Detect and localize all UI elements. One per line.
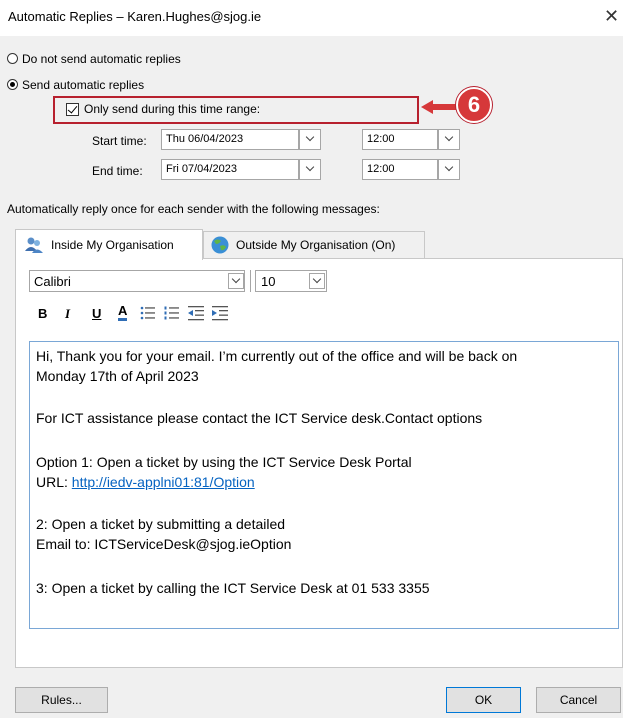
font-family-value: Calibri: [34, 274, 71, 289]
end-time-dropdown[interactable]: [438, 159, 460, 180]
message-body[interactable]: Hi, Thank you for your email. I’m curren…: [29, 341, 619, 629]
radio-send[interactable]: [7, 79, 18, 90]
font-family-select[interactable]: Calibri: [29, 270, 245, 292]
ok-button[interactable]: OK: [446, 687, 521, 713]
chevron-down-icon: [305, 132, 315, 142]
message-line: 2: Open a ticket by submitting a detaile…: [36, 516, 286, 532]
arrow-left-icon: [421, 100, 457, 114]
underline-button[interactable]: U: [92, 306, 101, 322]
tab-outside-label: Outside My Organisation (On): [236, 238, 396, 252]
end-time-label: End time:: [92, 164, 143, 178]
start-date-dropdown[interactable]: [299, 129, 321, 150]
message-url-line: URL: http://iedv-applni01:81/Option: [36, 474, 255, 490]
start-time-dropdown[interactable]: [438, 129, 460, 150]
message-line: Hi, Thank you for your email. I’m curren…: [36, 348, 518, 364]
message-line: Email to: ICTServiceDesk@sjog.ieOption: [36, 536, 292, 552]
url-label: URL:: [36, 474, 72, 490]
chevron-down-icon: [231, 274, 241, 284]
decrease-indent-icon[interactable]: [188, 305, 206, 321]
end-time-value: 12:00: [367, 163, 395, 175]
increase-indent-icon[interactable]: [212, 305, 230, 321]
bold-button[interactable]: B: [38, 306, 47, 322]
close-icon[interactable]: ✕: [604, 6, 620, 26]
chevron-down-icon: [305, 162, 315, 172]
separator: [250, 270, 251, 292]
tab-outside-organisation[interactable]: Outside My Organisation (On): [203, 231, 425, 258]
tab-inside-organisation[interactable]: Inside My Organisation: [15, 229, 203, 260]
step-number-badge: 6: [456, 87, 492, 123]
window-title: Automatic Replies – Karen.Hughes@sjog.ie: [8, 9, 262, 24]
chevron-down-icon: [312, 274, 322, 284]
message-line: Monday 17th of April 2023: [36, 368, 199, 384]
font-size-dropdown[interactable]: [309, 273, 325, 289]
radio-do-not-send[interactable]: [7, 53, 18, 64]
bullets-icon[interactable]: [140, 305, 156, 321]
message-line: Option 1: Open a ticket by using the ICT…: [36, 454, 412, 470]
do-not-send-label: Do not send automatic replies: [22, 52, 181, 66]
reply-once-label: Automatically reply once for each sender…: [7, 202, 380, 216]
numbering-icon[interactable]: [164, 305, 180, 321]
rules-button[interactable]: Rules...: [15, 687, 108, 713]
end-date-value: Fri 07/04/2023: [166, 163, 237, 175]
font-size-value: 10: [261, 274, 276, 289]
only-send-range-checkbox[interactable]: [66, 103, 79, 116]
end-date-dropdown[interactable]: [299, 159, 321, 180]
message-line: For ICT assistance please contact the IC…: [36, 410, 483, 426]
italic-button[interactable]: I: [65, 306, 70, 322]
message-line: 3: Open a ticket by calling the ICT Serv…: [36, 580, 430, 596]
send-label: Send automatic replies: [22, 78, 145, 92]
start-time-label: Start time:: [92, 134, 147, 148]
cancel-button[interactable]: Cancel: [536, 687, 621, 713]
start-date-value: Thu 06/04/2023: [166, 133, 244, 145]
start-date-field[interactable]: Thu 06/04/2023: [161, 129, 299, 150]
font-color-button[interactable]: A: [118, 304, 128, 321]
globe-icon: [211, 236, 229, 254]
only-send-range-label: Only send during this time range:: [84, 102, 261, 116]
people-icon: [25, 237, 43, 253]
checkmark-icon: [67, 103, 78, 114]
portal-link[interactable]: http://iedv-applni01:81/Option: [72, 474, 255, 490]
end-time-field[interactable]: 12:00: [362, 159, 438, 180]
start-time-field[interactable]: 12:00: [362, 129, 438, 150]
start-time-value: 12:00: [367, 133, 395, 145]
tab-inside-label: Inside My Organisation: [51, 238, 174, 252]
font-family-dropdown[interactable]: [228, 273, 244, 289]
chevron-down-icon: [444, 162, 454, 172]
end-date-field[interactable]: Fri 07/04/2023: [161, 159, 299, 180]
chevron-down-icon: [444, 132, 454, 142]
